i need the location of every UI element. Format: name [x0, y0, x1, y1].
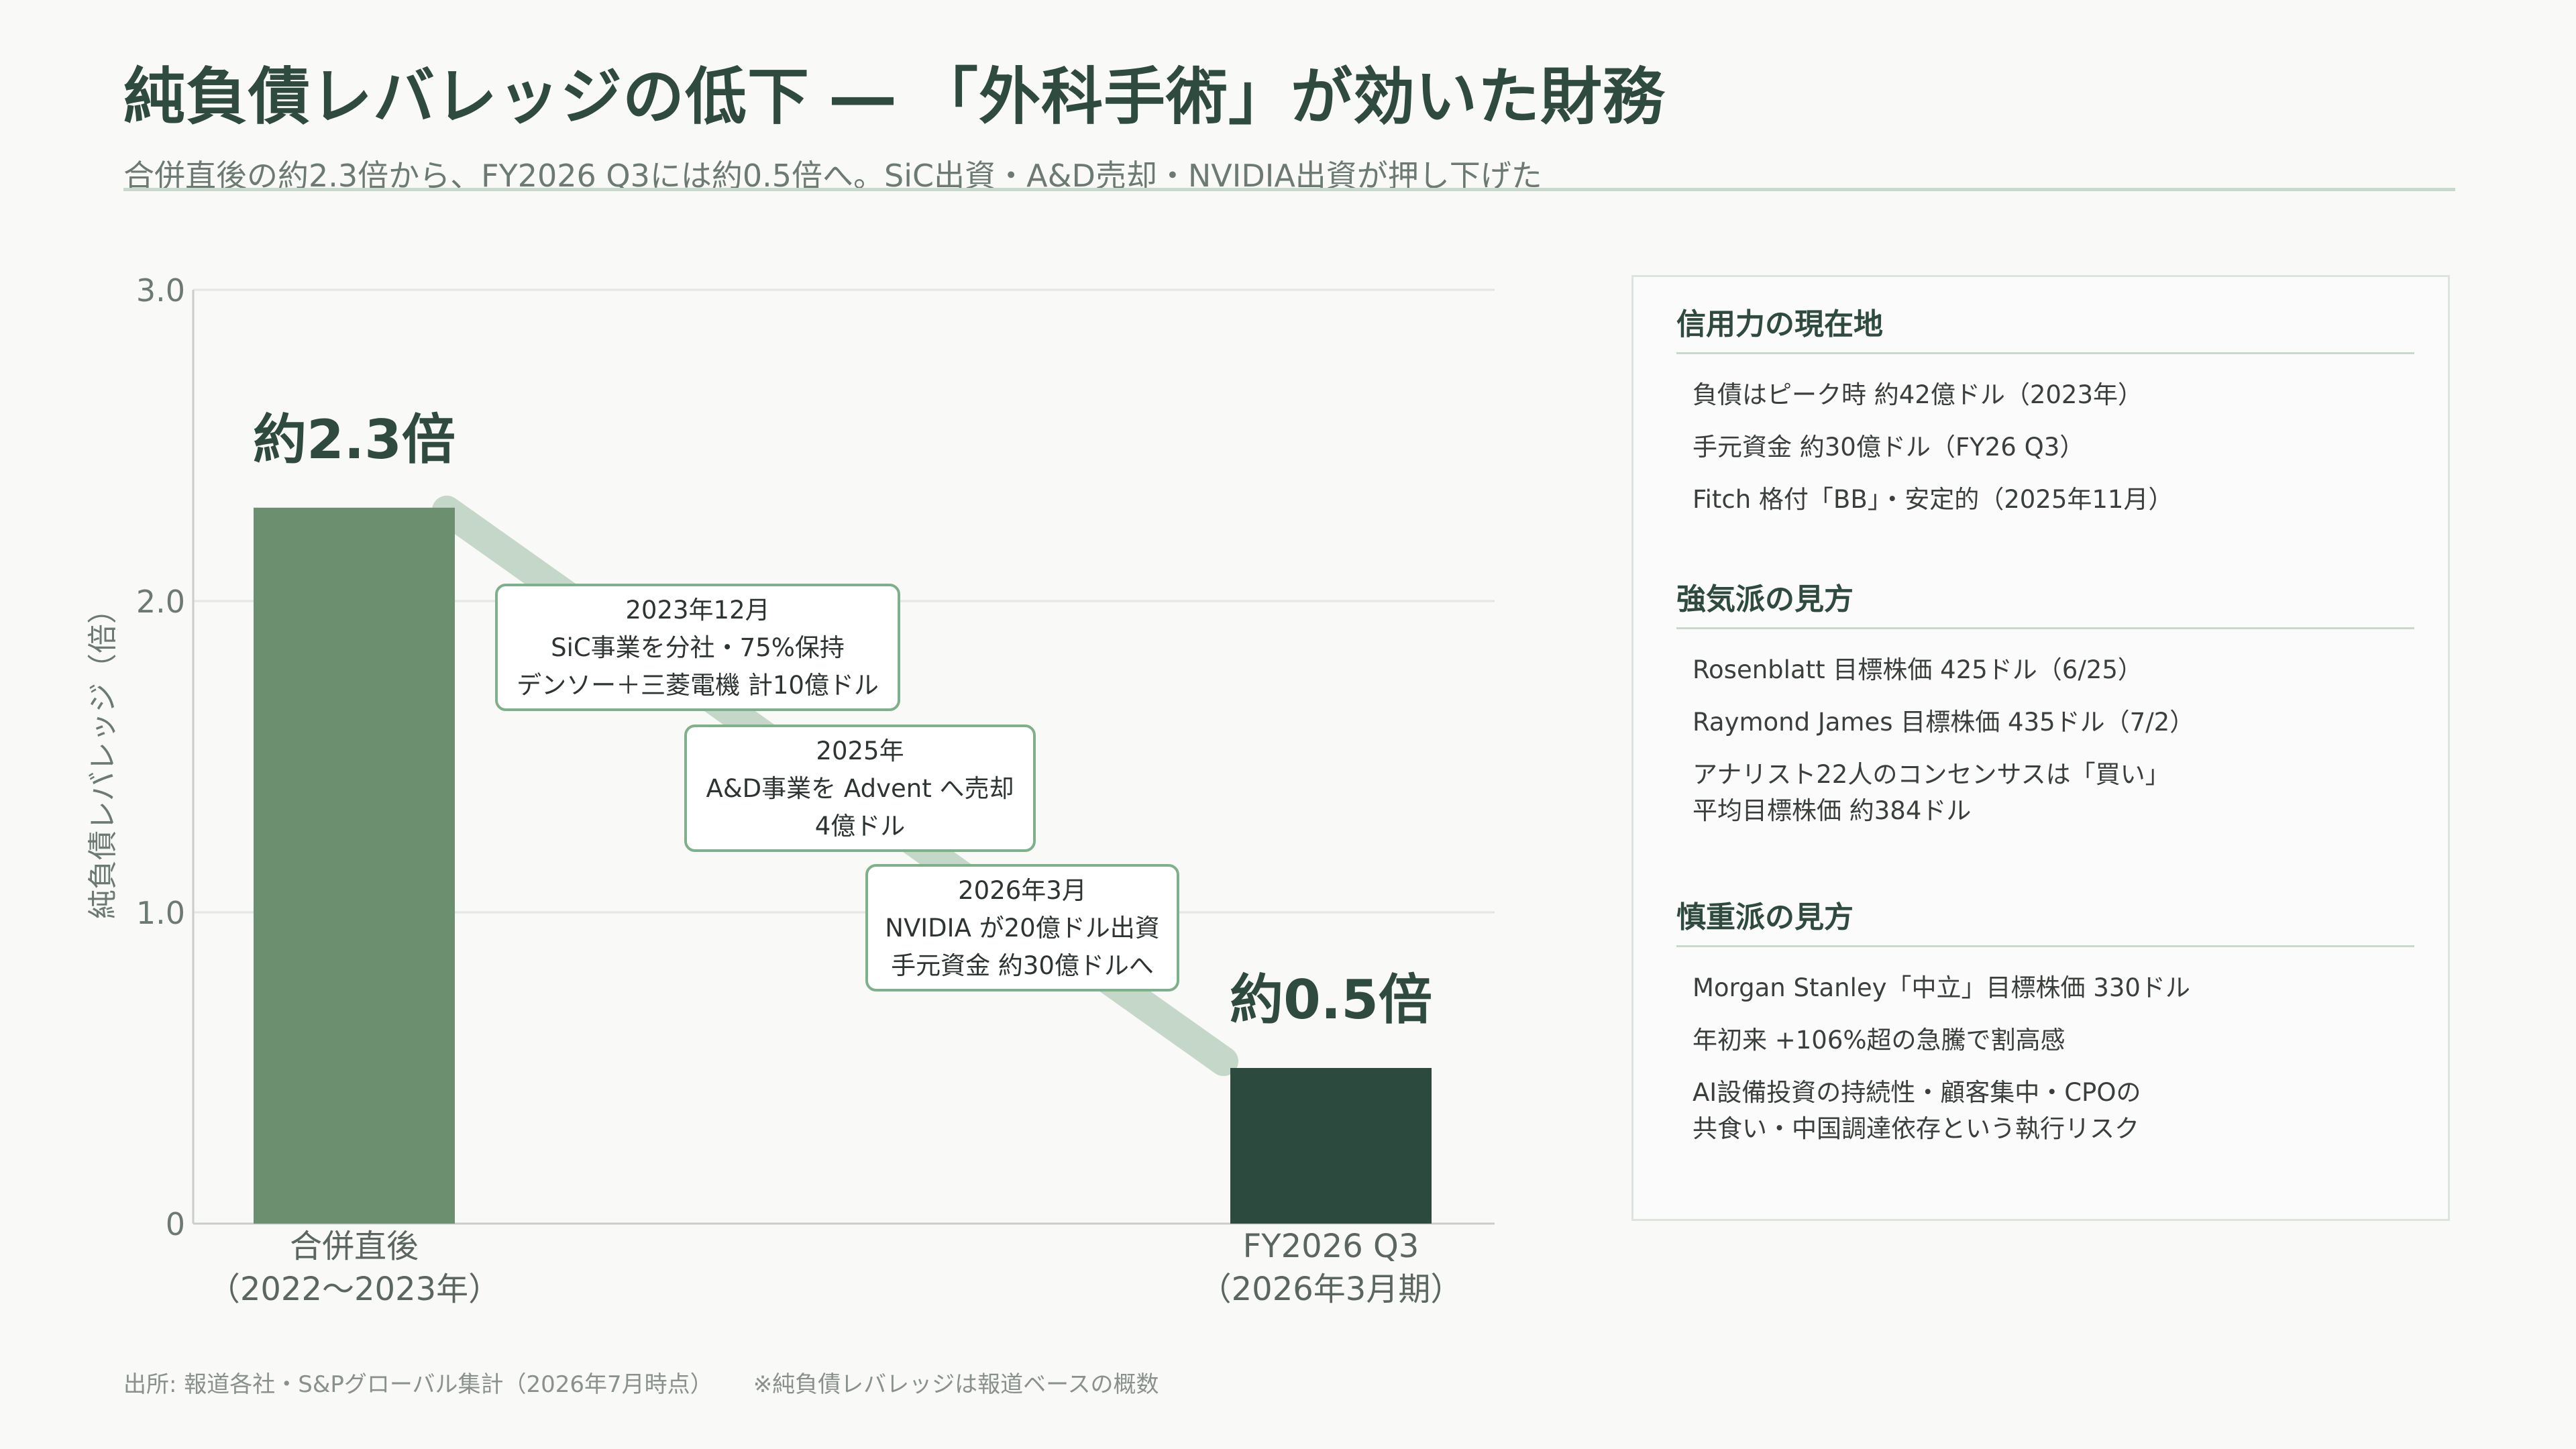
header-divider [123, 188, 2455, 191]
annotation-text: 2026年3月 [958, 876, 1087, 905]
x-tick-label: 合併直後 [290, 1228, 419, 1265]
y-tick-label: 1.0 [136, 895, 185, 931]
panel-item: 手元資金 約30億ドル（FY26 Q3） [1693, 433, 2085, 462]
y-tick-label: 0 [166, 1206, 185, 1242]
panel-section-credit: 信用力の現在地 負債はピーク時 約42億ドル（2023年） 手元資金 約30億ド… [1676, 300, 2414, 518]
panel-item: 負債はピーク時 約42億ドル（2023年） [1693, 380, 2143, 409]
bar [254, 507, 455, 1224]
x-tick-label: （2026年3月期） [1199, 1271, 1463, 1308]
panel-section-heading: 信用力の現在地 [1676, 300, 2414, 354]
footer-note: ※純負債レバレッジは報道ベースの概数 [753, 1371, 1159, 1398]
panel-item: Morgan Stanley「中立」目標株価 330ドル [1693, 973, 2190, 1002]
annotation-text: 2023年12月 [625, 596, 769, 625]
footer: 出所: 報道各社・S&Pグローバル集計（2026年7月時点） ※純負債レバレッジは… [123, 1366, 1159, 1399]
panel-item: 年初来 +106%超の急騰で割高感 [1693, 1026, 2065, 1055]
page-title: 純負債レバレッジの低下 ― 「外科手術」が効いた財務 [123, 61, 1666, 133]
y-tick-label: 2.0 [136, 584, 185, 620]
panel-section-bear: 慎重派の見方 Morgan Stanley「中立」目標株価 330ドル 年初来 … [1676, 893, 2414, 1147]
panel-section-bull: 強気派の見方 Rosenblatt 目標株価 425ドル（6/25） Raymo… [1676, 575, 2414, 829]
annotation-text: 2025年 [816, 737, 904, 765]
bar [1230, 1068, 1432, 1224]
y-tick-label: 3.0 [136, 272, 185, 309]
annotation-text: SiC事業を分社・75%保持 [551, 633, 845, 662]
panel-item: Fitch 格付「BB」・安定的（2025年11月） [1693, 485, 2174, 514]
panel-item: Raymond James 目標株価 435ドル（7/2） [1693, 708, 2195, 737]
y-axis-label: 純負債レバレッジ（倍） [86, 594, 120, 919]
panel-section-heading: 強気派の見方 [1676, 575, 2414, 629]
footer-source: 出所: 報道各社・S&Pグローバル集計（2026年7月時点） [123, 1371, 713, 1398]
panel-item: アナリスト22人のコンセンサスは「買い」 平均目標株価 約384ドル [1693, 760, 2170, 825]
annotation-text: A&D事業を Advent へ売却 [706, 774, 1014, 803]
panel-item: AI設備投資の持続性・顧客集中・CPOの 共食い・中国調達依存という執行リスク [1693, 1078, 2141, 1143]
annotation-text: 4億ドル [815, 812, 906, 841]
credit-side-panel: 信用力の現在地 負債はピーク時 約42億ドル（2023年） 手元資金 約30億ド… [1631, 275, 2450, 1221]
panel-item: Rosenblatt 目標株価 425ドル（6/25） [1693, 655, 2143, 684]
leverage-bar-chart: 0 1.0 2.0 3.0 純負債レバレッジ（倍） 約2.3倍合併直後 （2022〜2023… [86, 272, 1495, 1308]
bar-value-label: 約0.5倍 [1230, 969, 1432, 1031]
annotation-text: デンソー＋三菱電機 計10億ドル [517, 671, 879, 700]
x-tick-label: （2022〜2023年） [208, 1271, 500, 1308]
bar-value-label: 約2.3倍 [253, 409, 455, 471]
x-tick-label: FY2026 Q3 [1243, 1228, 1419, 1265]
annotation-text: 手元資金 約30億ドルへ [891, 951, 1154, 980]
panel-section-heading: 慎重派の見方 [1676, 893, 2414, 947]
annotation-text: NVIDIA が20億ドル出資 [885, 914, 1159, 943]
